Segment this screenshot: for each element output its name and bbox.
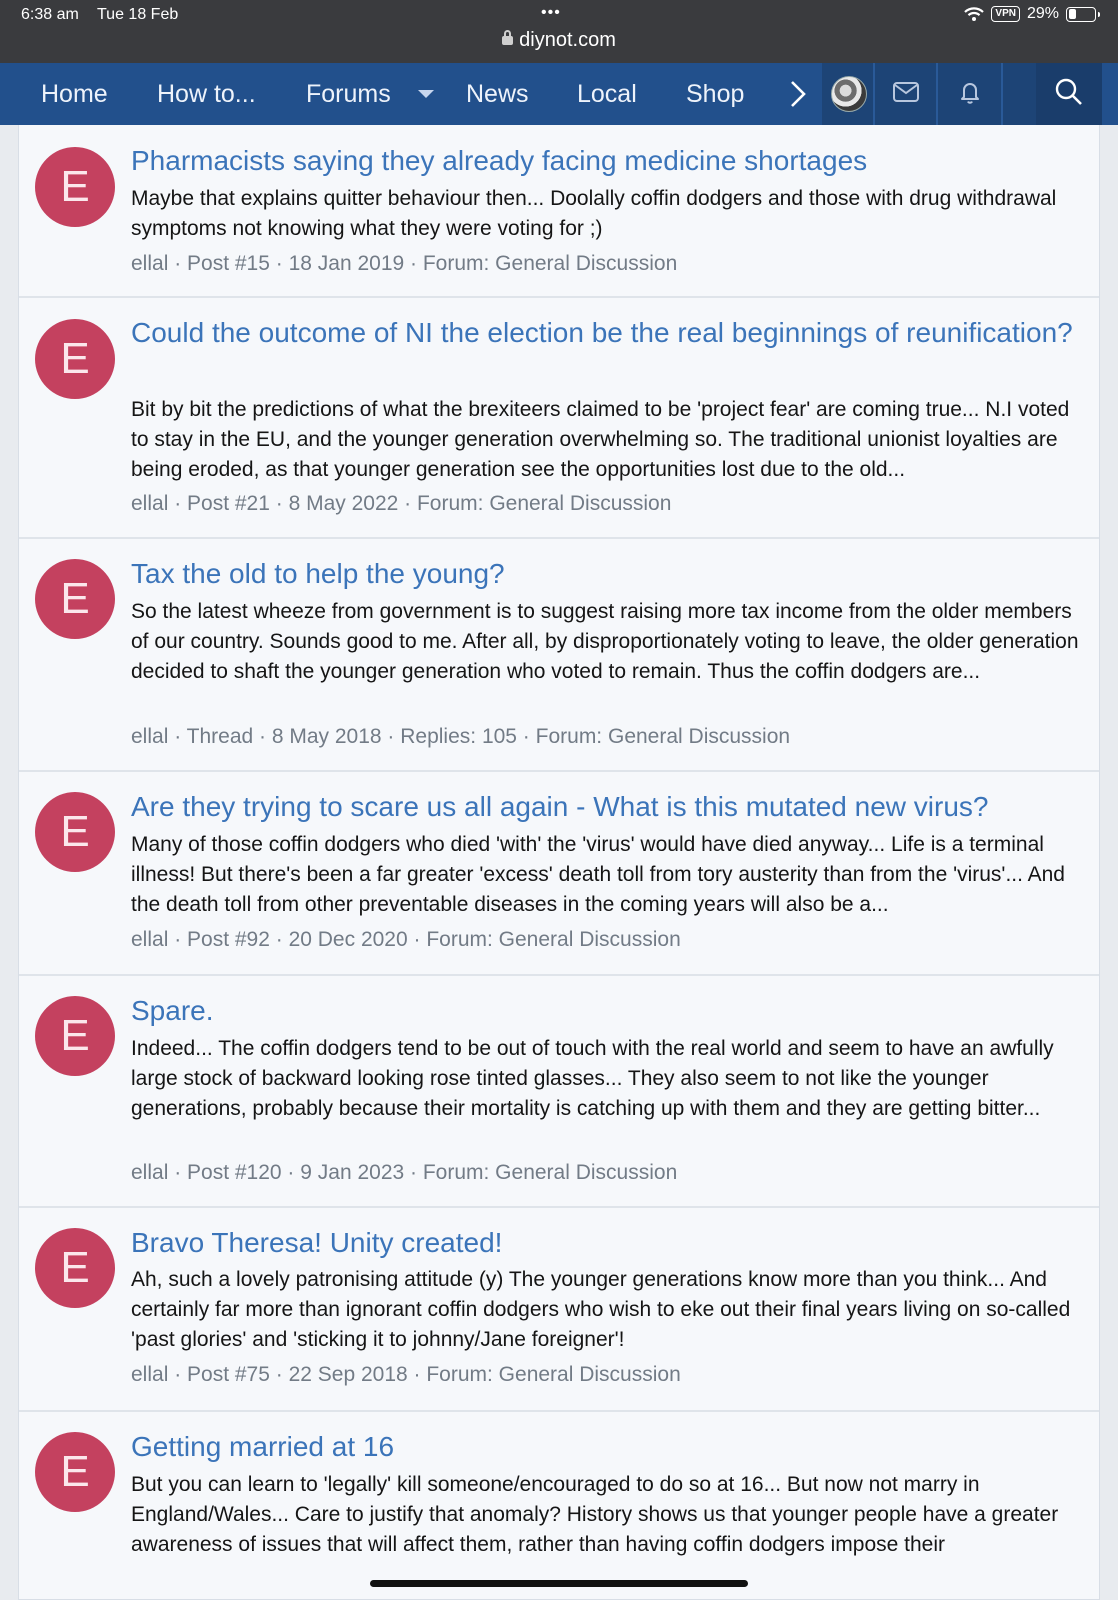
avatar[interactable]: E	[35, 1432, 115, 1512]
alerts-button[interactable]	[939, 63, 1001, 125]
result-meta: ellal · Post #120 · 9 Jan 2023 · Forum: …	[131, 1161, 678, 1184]
nav-local[interactable]: Local	[577, 63, 637, 125]
result-title[interactable]: Getting married at 16	[131, 1428, 1091, 1466]
status-bar: 6:38 am Tue 18 Feb ••• diynot.com VPN 29…	[0, 0, 1118, 63]
result-snippet: Indeed... The coffin dodgers tend to be …	[131, 1037, 1054, 1120]
result-snippet: Many of those coffin dodgers who died 'w…	[131, 833, 1065, 916]
search-results-list: E Pharmacists saying they already facing…	[18, 125, 1100, 1600]
wifi-icon	[964, 7, 985, 21]
result-meta: ellal · Post #21 · 8 May 2022 · Forum: G…	[131, 492, 672, 515]
mail-icon	[892, 81, 920, 108]
list-item: E Getting married at 16 But you can lear…	[19, 1412, 1099, 1599]
main-nav: Home How to... Forums News Local Shop	[0, 63, 1118, 125]
status-date: Tue 18 Feb	[97, 6, 179, 23]
result-title[interactable]: Could the outcome of NI the election be …	[131, 314, 1091, 352]
mail-button[interactable]	[876, 63, 936, 125]
avatar	[831, 76, 867, 112]
bell-icon	[958, 79, 982, 110]
user-avatar-button[interactable]	[822, 63, 876, 125]
avatar[interactable]: E	[35, 559, 115, 639]
search-icon	[1054, 77, 1084, 112]
result-meta: ellal · Post #92 · 20 Dec 2020 · Forum: …	[131, 928, 681, 951]
lock-icon	[502, 30, 514, 45]
result-snippet: So the latest wheeze from government is …	[131, 600, 1079, 683]
status-time: 6:38 am	[21, 6, 79, 23]
chevron-right-icon[interactable]	[787, 77, 817, 111]
result-title[interactable]: Are they trying to scare us all again - …	[131, 788, 1091, 826]
avatar[interactable]: E	[35, 147, 115, 227]
result-title[interactable]: Spare.	[131, 992, 1091, 1030]
address-bar[interactable]: diynot.com	[0, 29, 1118, 52]
result-snippet: Ah, such a lovely patronising attitude (…	[131, 1268, 1071, 1351]
vpn-badge: VPN	[991, 6, 1020, 22]
avatar[interactable]: E	[35, 319, 115, 399]
battery-icon	[1066, 6, 1100, 22]
list-item: E Spare. Indeed... The coffin dodgers te…	[19, 976, 1099, 1208]
nav-forums[interactable]: Forums	[306, 63, 391, 125]
nav-shop[interactable]: Shop	[686, 63, 744, 125]
list-item: E Pharmacists saying they already facing…	[19, 125, 1099, 298]
result-title[interactable]: Pharmacists saying they already facing m…	[131, 142, 1091, 180]
list-item: E Bravo Theresa! Unity created! Ah, such…	[19, 1208, 1099, 1412]
nav-news[interactable]: News	[466, 63, 529, 125]
result-meta: ellal · Thread · 8 May 2018 · Replies: 1…	[131, 725, 791, 748]
search-button[interactable]	[1036, 63, 1102, 125]
avatar[interactable]: E	[35, 1228, 115, 1308]
list-item: E Are they trying to scare us all again …	[19, 772, 1099, 976]
url-text: diynot.com	[519, 29, 616, 51]
result-title[interactable]: Tax the old to help the young?	[131, 555, 1091, 593]
result-snippet: Maybe that explains quitter behaviour th…	[131, 187, 1057, 240]
battery-percent: 29%	[1026, 5, 1059, 22]
result-snippet: But you can learn to 'legally' kill some…	[131, 1473, 1059, 1556]
list-item: E Tax the old to help the young? So the …	[19, 539, 1099, 772]
avatar[interactable]: E	[35, 792, 115, 872]
tab-dots[interactable]: •••	[541, 4, 561, 22]
home-indicator[interactable]	[370, 1580, 748, 1587]
forums-dropdown-icon[interactable]	[418, 90, 434, 98]
result-title[interactable]: Bravo Theresa! Unity created!	[131, 1224, 1091, 1262]
result-meta: ellal · Post #75 · 22 Sep 2018 · Forum: …	[131, 1363, 681, 1386]
nav-home[interactable]: Home	[41, 63, 108, 125]
avatar[interactable]: E	[35, 996, 115, 1076]
list-item: E Could the outcome of NI the election b…	[19, 298, 1099, 539]
result-meta: ellal · Post #15 · 18 Jan 2019 · Forum: …	[131, 252, 678, 275]
result-snippet: Bit by bit the predictions of what the b…	[131, 398, 1070, 481]
nav-how-to[interactable]: How to...	[157, 63, 256, 125]
